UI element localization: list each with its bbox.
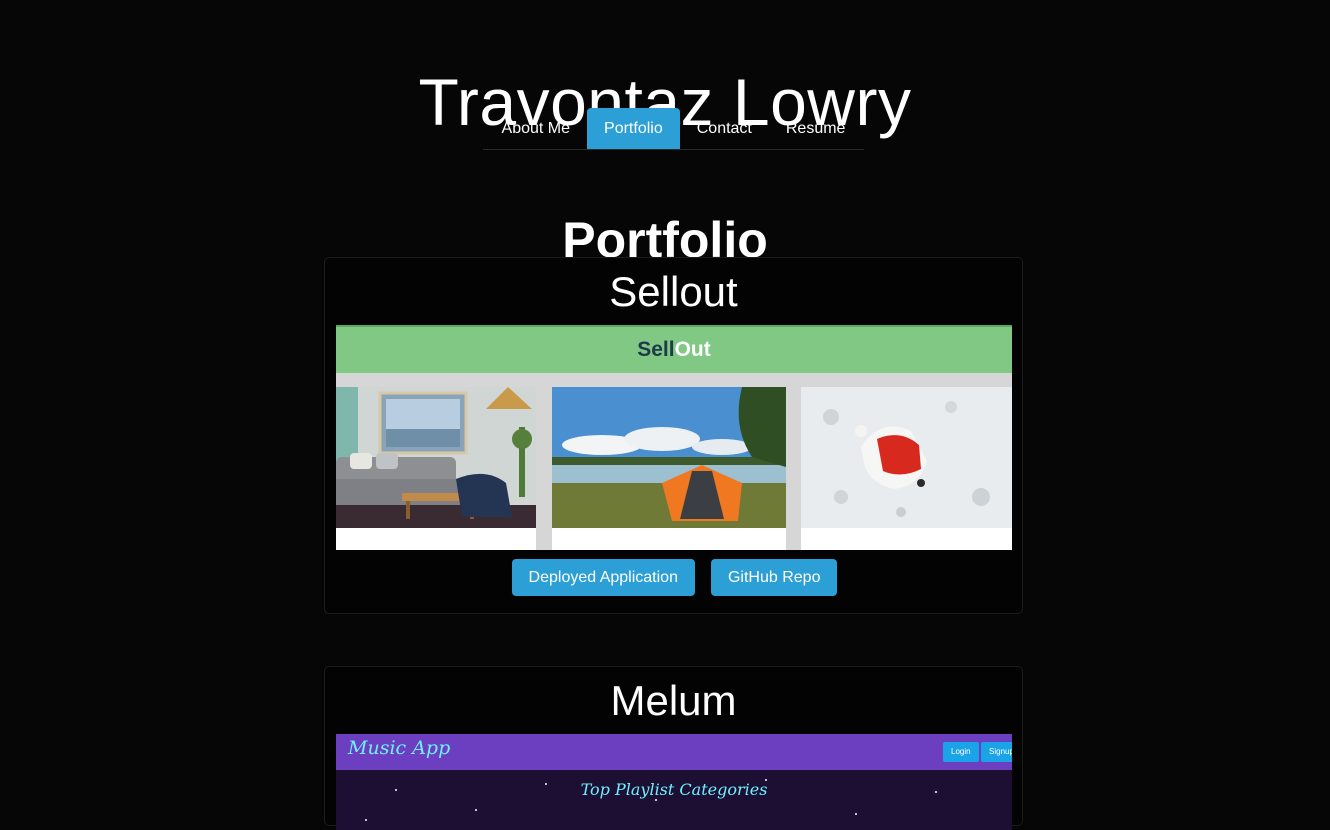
project-card-melum: Melum Music App Login Signup Top Playlis… (324, 666, 1023, 830)
sellout-header-bar: SellOut (336, 325, 1012, 373)
project-links: Deployed Application GitHub Repo (325, 559, 1024, 596)
project-screenshot: Music App Login Signup Top Playlist Cate… (336, 734, 1012, 830)
melum-section-heading: Top Playlist Categories (580, 780, 768, 799)
project-title: Melum (610, 677, 737, 724)
melum-login-button: Login (943, 742, 979, 762)
project-card-sellout: Sellout SellOut Deployed Application Git… (324, 257, 1023, 614)
melum-signup-button: Signup (981, 742, 1012, 762)
sellout-brand-sell: Sell (637, 338, 675, 361)
project-screenshot: SellOut (336, 325, 1012, 550)
camping-tent-photo (552, 387, 786, 550)
deployed-application-button[interactable]: Deployed Application (511, 559, 695, 596)
sellout-listing-area (336, 373, 1012, 550)
github-repo-button[interactable]: GitHub Repo (710, 559, 838, 596)
sellout-brand-out: Out (674, 338, 711, 361)
main-nav: About Me Portfolio Contact Resume (483, 108, 864, 150)
nav-tab-about-me[interactable]: About Me (485, 108, 587, 149)
melum-header-bar: Music App Login Signup (336, 734, 1012, 770)
living-room-photo (336, 387, 536, 550)
melum-starfield (336, 770, 1012, 830)
nav-tab-resume[interactable]: Resume (769, 108, 863, 149)
nav-tab-portfolio[interactable]: Portfolio (587, 108, 680, 149)
project-title: Sellout (609, 268, 738, 315)
dog-in-snow-photo (801, 387, 1012, 550)
nav-tab-contact[interactable]: Contact (680, 108, 769, 149)
melum-logo: Music App (348, 737, 451, 759)
